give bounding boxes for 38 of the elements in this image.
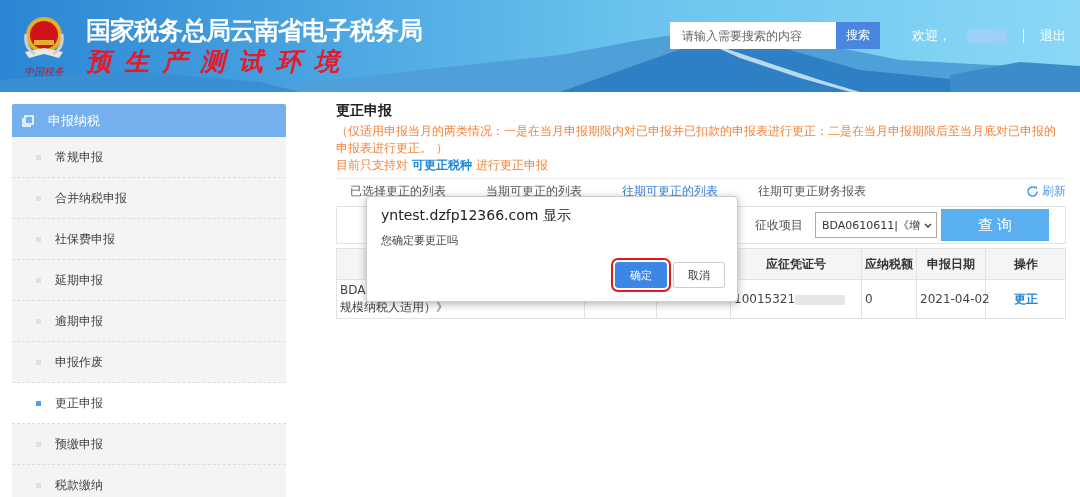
environment-label: 预生产测试环境 xyxy=(86,46,353,78)
dialog-message: 您确定要更正吗 xyxy=(381,233,459,248)
notice-text: （仅适用申报当月的两类情况：一是在当月申报期限内对已申报并已扣款的申报表进行更正；二是在当月申报期限后至当月底对已申报的申报表进行更正。 ） xyxy=(336,123,1057,157)
correct-link[interactable]: 更正 xyxy=(1013,291,1038,306)
search-field[interactable]: 请输入需要搜索的内容 xyxy=(670,22,836,49)
table-cell: 0 xyxy=(865,292,873,306)
sidebar-item[interactable]: 社保费申报 xyxy=(12,219,286,260)
dialog-title: yntest.dzfp12366.com 显示 xyxy=(381,207,572,225)
sidebar-item[interactable]: 延期申报 xyxy=(12,260,286,301)
column-header: 申报日期 xyxy=(927,256,975,271)
logo-text: 中国税务 xyxy=(24,64,64,79)
search-button[interactable]: 搜索 xyxy=(836,22,880,49)
page-title: 更正申报 xyxy=(336,102,393,120)
welcome-text: 欢迎， xyxy=(912,26,951,45)
tax-item-select[interactable]: BDA0610611|《增 xyxy=(815,212,937,238)
column-header: 应征凭证号 xyxy=(766,256,826,271)
tab[interactable]: 当期可更正的列表 xyxy=(486,183,582,200)
field-label: 征收项目 xyxy=(755,216,803,234)
sidebar-item[interactable]: 逾期申报 xyxy=(12,301,286,342)
tab[interactable]: 已选择更正的列表 xyxy=(350,183,446,200)
sidebar-item[interactable]: 申报作废 xyxy=(12,342,286,383)
copy-icon xyxy=(22,114,34,127)
tab[interactable]: 往期可更正财务报表 xyxy=(758,183,866,200)
sidebar-item[interactable]: 常规申报 xyxy=(12,137,286,178)
sidebar-item[interactable]: 税款缴纳 xyxy=(12,465,286,497)
table-cell: 2021-04-02 xyxy=(920,292,990,306)
tab[interactable]: 往期可更正的列表 xyxy=(622,183,718,200)
cancel-button[interactable]: 取消 xyxy=(673,262,725,288)
support-text: 目前只支持对 可更正税种 进行更正申报 xyxy=(336,157,549,174)
column-header: 操作 xyxy=(1013,256,1038,271)
site-title: 国家税务总局云南省电子税务局 xyxy=(86,15,422,47)
sidebar-item[interactable]: 合并纳税申报 xyxy=(12,178,286,219)
table-cell: 10015321 xyxy=(734,292,796,306)
sidebar-item[interactable]: 预缴申报 xyxy=(12,424,286,465)
column-header: 应纳税额 xyxy=(865,256,913,271)
chevron-icon xyxy=(924,222,932,228)
redacted-block xyxy=(795,294,846,305)
refresh-icon xyxy=(1026,185,1039,198)
